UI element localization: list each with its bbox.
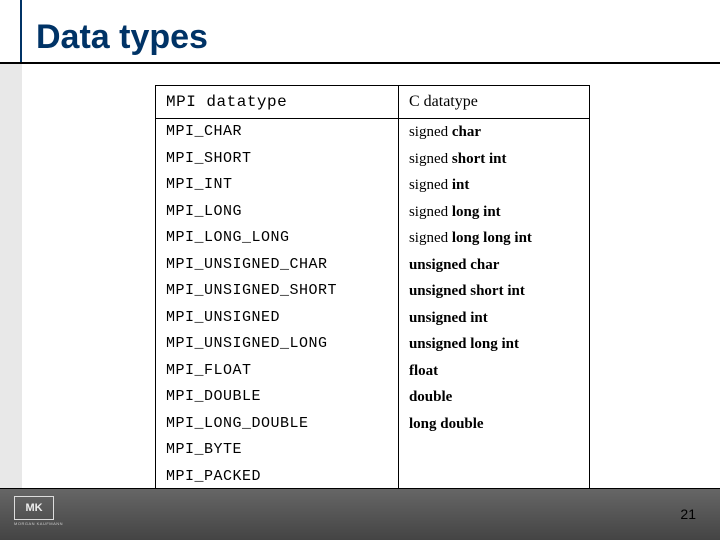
mpi-datatype-cell: MPI_PACKED: [156, 464, 398, 491]
title-bar: Data types: [22, 18, 720, 57]
c-datatype-cell: signed char: [398, 119, 589, 146]
mpi-datatype-cell: MPI_FLOAT: [156, 358, 398, 385]
c-datatype-cell: [398, 464, 589, 491]
mpi-datatype-cell: MPI_UNSIGNED_LONG: [156, 331, 398, 358]
datatype-table: MPI datatype C datatype MPI_CHARsigned c…: [155, 85, 590, 491]
publisher-logo: MK MORGAN KAUFMANN: [14, 496, 62, 532]
c-datatype-cell: unsigned char: [398, 252, 589, 279]
mpi-datatype-cell: MPI_UNSIGNED: [156, 305, 398, 332]
c-datatype-cell: unsigned short int: [398, 278, 589, 305]
header-c: C datatype: [398, 86, 589, 119]
mpi-datatype-cell: MPI_DOUBLE: [156, 384, 398, 411]
c-datatype-cell: long double: [398, 411, 589, 438]
c-datatype-cell: signed long long int: [398, 225, 589, 252]
logo-initials: MK: [14, 496, 54, 520]
title-underline: [0, 62, 720, 64]
table-row: MPI_FLOATfloat: [156, 358, 589, 385]
mpi-datatype-cell: MPI_SHORT: [156, 146, 398, 173]
c-datatype-cell: [398, 437, 589, 464]
mpi-datatype-cell: MPI_LONG_DOUBLE: [156, 411, 398, 438]
mpi-datatype-cell: MPI_INT: [156, 172, 398, 199]
table-row: MPI_UNSIGNED_SHORTunsigned short int: [156, 278, 589, 305]
header-mpi: MPI datatype: [156, 86, 398, 119]
table-row: MPI_UNSIGNED_LONGunsigned long int: [156, 331, 589, 358]
table-row: MPI_DOUBLEdouble: [156, 384, 589, 411]
page-number: 21: [680, 506, 696, 522]
c-datatype-cell: signed int: [398, 172, 589, 199]
table-row: MPI_PACKED: [156, 464, 589, 491]
footer-bar: MK MORGAN KAUFMANN 21: [0, 488, 720, 540]
page-title: Data types: [22, 18, 720, 57]
mpi-datatype-cell: MPI_LONG: [156, 199, 398, 226]
c-datatype-cell: signed long int: [398, 199, 589, 226]
table-row: MPI_SHORTsigned short int: [156, 146, 589, 173]
c-datatype-cell: signed short int: [398, 146, 589, 173]
table-header-row: MPI datatype C datatype: [156, 86, 589, 119]
mpi-datatype-cell: MPI_LONG_LONG: [156, 225, 398, 252]
c-datatype-cell: float: [398, 358, 589, 385]
table-row: MPI_LONG_DOUBLElong double: [156, 411, 589, 438]
table-row: MPI_UNSIGNEDunsigned int: [156, 305, 589, 332]
left-sidebar-strip: [0, 64, 22, 488]
mpi-datatype-cell: MPI_BYTE: [156, 437, 398, 464]
c-datatype-cell: unsigned int: [398, 305, 589, 332]
c-datatype-cell: unsigned long int: [398, 331, 589, 358]
mpi-datatype-cell: MPI_UNSIGNED_CHAR: [156, 252, 398, 279]
c-datatype-cell: double: [398, 384, 589, 411]
table-row: MPI_LONG_LONGsigned long long int: [156, 225, 589, 252]
mpi-datatype-cell: MPI_CHAR: [156, 119, 398, 146]
table-row: MPI_BYTE: [156, 437, 589, 464]
table-row: MPI_CHARsigned char: [156, 119, 589, 146]
table-row: MPI_INTsigned int: [156, 172, 589, 199]
mpi-datatype-cell: MPI_UNSIGNED_SHORT: [156, 278, 398, 305]
table-row: MPI_LONGsigned long int: [156, 199, 589, 226]
table-row: MPI_UNSIGNED_CHARunsigned char: [156, 252, 589, 279]
logo-subtext: MORGAN KAUFMANN: [14, 521, 62, 526]
